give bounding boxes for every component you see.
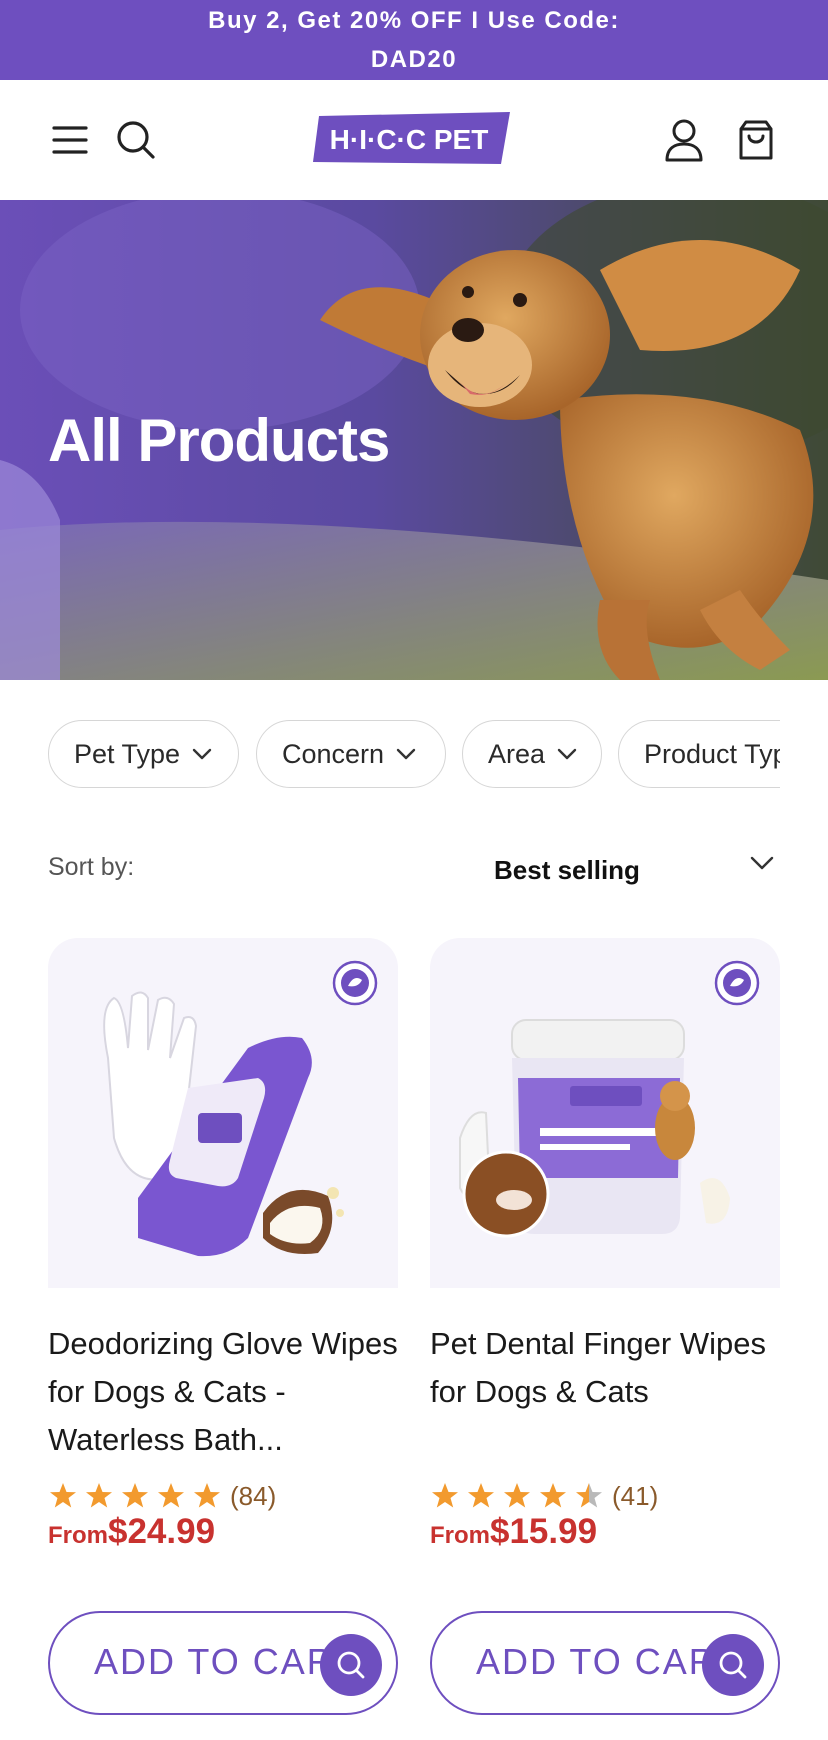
pet-badge-icon bbox=[714, 960, 760, 1006]
menu-icon[interactable] bbox=[46, 116, 94, 164]
rating-stars: (84) bbox=[48, 1478, 276, 1514]
floating-search-button[interactable] bbox=[702, 1634, 764, 1696]
pet-badge-icon bbox=[332, 960, 378, 1006]
filter-label: Product Type bbox=[644, 738, 780, 769]
product-price: From$24.99 bbox=[48, 1512, 215, 1552]
filter-concern[interactable]: Concern bbox=[256, 720, 446, 788]
logo-text: H·I·C·C PET bbox=[330, 124, 489, 155]
promo-banner: Buy 2, Get 20% OFF I Use Code: DAD20 bbox=[0, 0, 828, 80]
search-icon bbox=[719, 1651, 747, 1679]
search-icon[interactable] bbox=[112, 116, 160, 164]
account-icon[interactable] bbox=[660, 116, 708, 164]
add-to-cart-label: ADD TO CART bbox=[94, 1641, 359, 1682]
product-title[interactable]: Deodorizing Glove Wipes for Dogs & Cats … bbox=[48, 1320, 398, 1464]
sort-value: Best selling bbox=[494, 854, 640, 885]
floating-search-button[interactable] bbox=[320, 1634, 382, 1696]
filter-label: Pet Type bbox=[74, 738, 181, 769]
filter-product-type[interactable]: Product Type bbox=[618, 720, 780, 788]
filter-label: Concern bbox=[282, 738, 385, 769]
chevron-down-icon bbox=[396, 748, 416, 760]
price-prefix: From bbox=[430, 1522, 490, 1549]
star-rating-icon bbox=[432, 1483, 602, 1508]
price-amount: $15.99 bbox=[490, 1512, 598, 1551]
chevron-down-icon bbox=[750, 856, 774, 875]
product-card: Pet Dental Finger Wipes for Dogs & Cats … bbox=[430, 938, 780, 1715]
promo-line-1: Buy 2, Get 20% OFF I Use Code: bbox=[208, 7, 620, 34]
product-image[interactable] bbox=[430, 938, 780, 1288]
add-to-cart-label: ADD TO CART bbox=[476, 1641, 741, 1682]
chevron-down-icon bbox=[192, 748, 212, 760]
sort-label: Sort by: bbox=[48, 853, 135, 881]
filter-pet-type[interactable]: Pet Type bbox=[48, 720, 239, 788]
page-title: All Products bbox=[48, 407, 390, 474]
product-price: From$15.99 bbox=[430, 1512, 597, 1552]
price-prefix: From bbox=[48, 1522, 108, 1549]
review-count: (84) bbox=[230, 1480, 277, 1511]
brand-logo[interactable]: H·I·C·C PET bbox=[313, 112, 510, 166]
filter-label: Area bbox=[488, 738, 546, 769]
product-image[interactable] bbox=[48, 938, 398, 1288]
price-amount: $24.99 bbox=[108, 1512, 216, 1551]
chevron-down-icon bbox=[557, 748, 577, 760]
add-to-cart-button[interactable]: ADD TO CART bbox=[430, 1611, 780, 1715]
site-header: H·I·C·C PET bbox=[0, 80, 828, 200]
search-icon bbox=[337, 1651, 365, 1679]
hero-banner: All Products bbox=[0, 200, 828, 680]
filter-bar: Pet Type Concern Area Product Type bbox=[48, 720, 780, 788]
cart-icon[interactable] bbox=[732, 116, 780, 164]
product-title[interactable]: Pet Dental Finger Wipes for Dogs & Cats bbox=[430, 1320, 780, 1416]
product-card: Deodorizing Glove Wipes for Dogs & Cats … bbox=[48, 938, 398, 1715]
add-to-cart-button[interactable]: ADD TO CART bbox=[48, 1611, 398, 1715]
star-rating-icon bbox=[50, 1483, 220, 1508]
promo-code: DAD20 bbox=[370, 46, 458, 73]
review-count: (41) bbox=[612, 1480, 659, 1511]
filter-area[interactable]: Area bbox=[462, 720, 602, 788]
sort-select[interactable]: Best selling bbox=[494, 846, 780, 894]
rating-stars: (41) bbox=[430, 1478, 658, 1514]
